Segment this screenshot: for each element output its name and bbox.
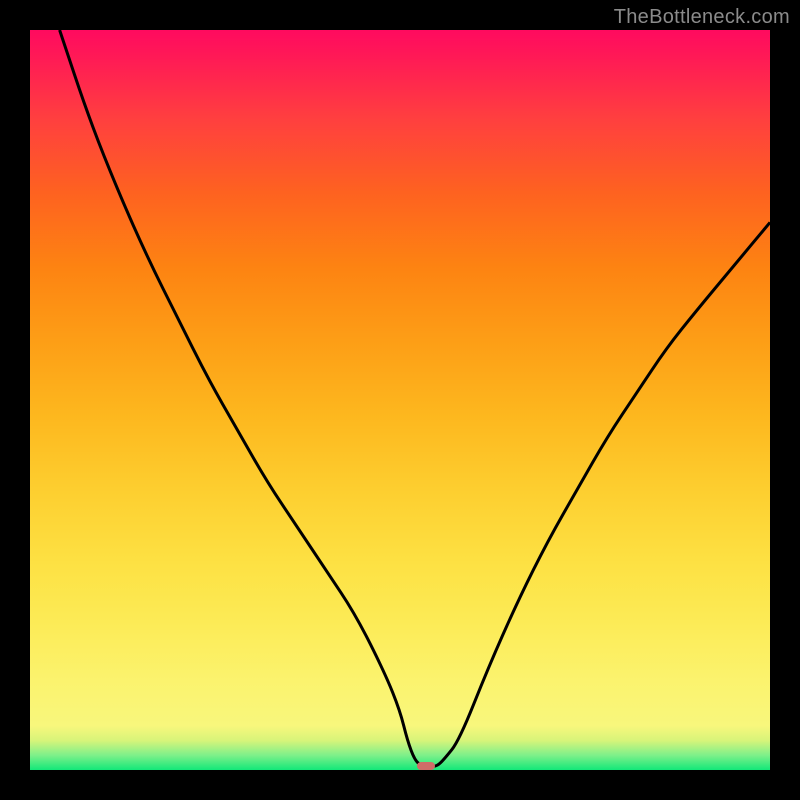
watermark-text: TheBottleneck.com xyxy=(614,6,790,29)
chart-frame xyxy=(30,30,770,770)
bottleneck-curve xyxy=(30,30,770,770)
curve-path xyxy=(60,30,770,766)
minimum-marker xyxy=(417,762,435,770)
